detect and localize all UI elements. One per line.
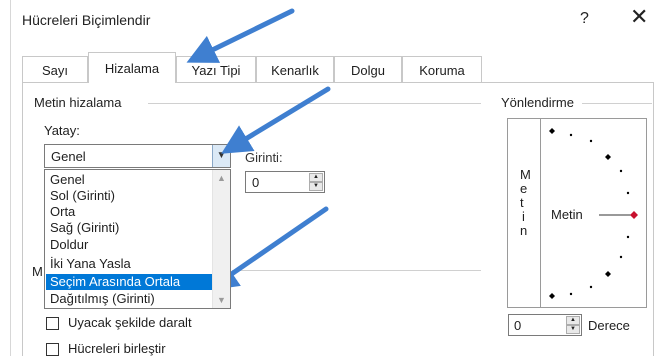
list-item[interactable]: Sağ (Girinti) — [49, 220, 210, 236]
scroll-down-icon[interactable]: ▼ — [217, 295, 226, 305]
list-item[interactable]: Orta — [49, 204, 210, 220]
tab-hizalama[interactable]: Hizalama — [88, 52, 176, 83]
dropdown-scrollbar[interactable]: ▲ ▼ — [212, 170, 230, 308]
annotation-arrow — [207, 206, 329, 291]
list-item[interactable]: Doldur — [49, 237, 210, 253]
list-item[interactable]: Sol (Girinti) — [49, 188, 210, 204]
annotation-arrow — [186, 8, 295, 63]
annotation-arrow — [221, 86, 331, 154]
horizontal-dropdown-list[interactable]: Genel Sol (Girinti) Orta Sağ (Girinti) D… — [44, 169, 231, 309]
list-item-selected[interactable]: Seçim Arasında Ortala — [46, 274, 218, 290]
scroll-up-icon[interactable]: ▲ — [217, 173, 226, 183]
list-item[interactable]: Dağıtılmış (Girinti) — [49, 291, 210, 307]
list-item[interactable]: İki Yana Yasla — [49, 256, 210, 272]
list-item[interactable]: Genel — [49, 172, 210, 188]
